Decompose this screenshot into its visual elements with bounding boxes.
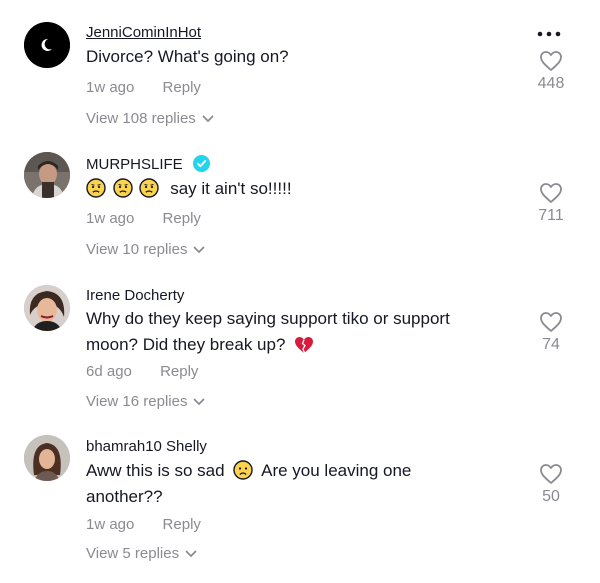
comment-item: JenniCominInHot Divorce? What's going on… (0, 0, 600, 140)
like-button[interactable]: 50 (521, 463, 581, 506)
heart-outline-icon (540, 464, 562, 484)
comment-text: Aww this is so sad Are you leaving one a… (86, 458, 506, 510)
comment-username[interactable]: Irene Docherty (86, 287, 184, 304)
avatar[interactable] (24, 435, 70, 481)
comment-text-line: another?? (86, 487, 163, 506)
heart-outline-icon (540, 183, 562, 203)
reply-button[interactable]: Reply (163, 210, 201, 227)
view-replies-button[interactable]: View 108 replies (86, 110, 214, 127)
comment-time: 1w ago (86, 210, 135, 227)
avatar[interactable] (24, 285, 70, 331)
comment-item: Irene Docherty Why do they keep saying s… (0, 285, 600, 433)
chevron-down-icon (194, 398, 205, 405)
like-button[interactable]: 74 (521, 311, 581, 354)
comment-meta: 6d ago Reply (86, 363, 198, 380)
comment-meta: 1w ago Reply (86, 516, 201, 533)
view-replies-label: View 16 replies (86, 393, 188, 410)
person-photo-icon (24, 152, 70, 198)
comment-meta: 1w ago Reply (86, 210, 201, 227)
person-photo-icon (24, 435, 70, 481)
broken-heart-emoji-icon (295, 337, 314, 354)
comment-username[interactable]: JenniCominInHot (86, 24, 201, 41)
reply-button[interactable]: Reply (163, 516, 201, 533)
like-count: 74 (542, 336, 560, 353)
like-count: 50 (542, 488, 560, 505)
comment-time: 1w ago (86, 79, 135, 96)
comment-text: Why do they keep saying support tiko or … (86, 306, 506, 358)
view-replies-label: View 5 replies (86, 545, 180, 562)
view-replies-label: View 10 replies (86, 241, 188, 258)
comment-text-line: Why do they keep saying support tiko or … (86, 309, 450, 328)
chevron-down-icon (185, 550, 197, 557)
chevron-down-icon (202, 115, 214, 122)
like-button[interactable]: 448 (521, 50, 581, 93)
view-replies-button[interactable]: View 10 replies (86, 241, 205, 258)
frowning-face-emoji-icon (233, 460, 254, 480)
comment-text-line: Aww this is so sad Are you leaving one (86, 458, 506, 484)
comment-text-label: say it ain't so!!!!! (170, 179, 292, 198)
chevron-down-icon (194, 246, 205, 253)
comment-time: 1w ago (86, 516, 135, 533)
view-replies-button[interactable]: View 16 replies (86, 393, 205, 410)
comment-username[interactable]: bhamrah10 Shelly (86, 438, 207, 455)
avatar[interactable] (24, 22, 70, 68)
comment-meta: 1w ago Reply (86, 79, 201, 96)
comment-text-label: Aww this is so sad (86, 461, 225, 480)
heart-outline-icon (540, 312, 562, 332)
like-button[interactable]: 711 (521, 182, 581, 225)
worried-face-emoji-icon (139, 178, 160, 198)
moon-icon (24, 22, 70, 68)
reply-button[interactable]: Reply (163, 79, 201, 96)
comment-username-label: MURPHSLIFE (86, 156, 183, 173)
comment-item: bhamrah10 Shelly Aww this is so sad Are … (0, 433, 600, 583)
avatar[interactable] (24, 152, 70, 198)
person-photo-icon (24, 285, 70, 331)
comment-item: MURPHSLIFE say it ain't so!!!!! 1w ago R… (0, 140, 600, 285)
comment-time: 6d ago (86, 363, 132, 380)
comment-text: Divorce? What's going on? (86, 47, 289, 66)
comment-text: say it ain't so!!!!! (86, 176, 506, 202)
comment-username[interactable]: MURPHSLIFE (86, 155, 210, 173)
comment-text-line: moon? Did they break up? (86, 332, 506, 358)
comment-text-label: Are you leaving one (261, 461, 412, 480)
view-replies-button[interactable]: View 5 replies (86, 545, 197, 562)
worried-face-emoji-icon (113, 178, 133, 198)
like-count: 711 (538, 207, 564, 224)
view-replies-label: View 108 replies (86, 110, 196, 127)
worried-face-emoji-icon (86, 178, 106, 198)
verified-badge-icon (192, 155, 210, 172)
like-count: 448 (537, 75, 565, 92)
heart-outline-icon (540, 51, 562, 71)
reply-button[interactable]: Reply (160, 363, 198, 380)
comment-text-label: moon? Did they break up? (86, 335, 286, 354)
